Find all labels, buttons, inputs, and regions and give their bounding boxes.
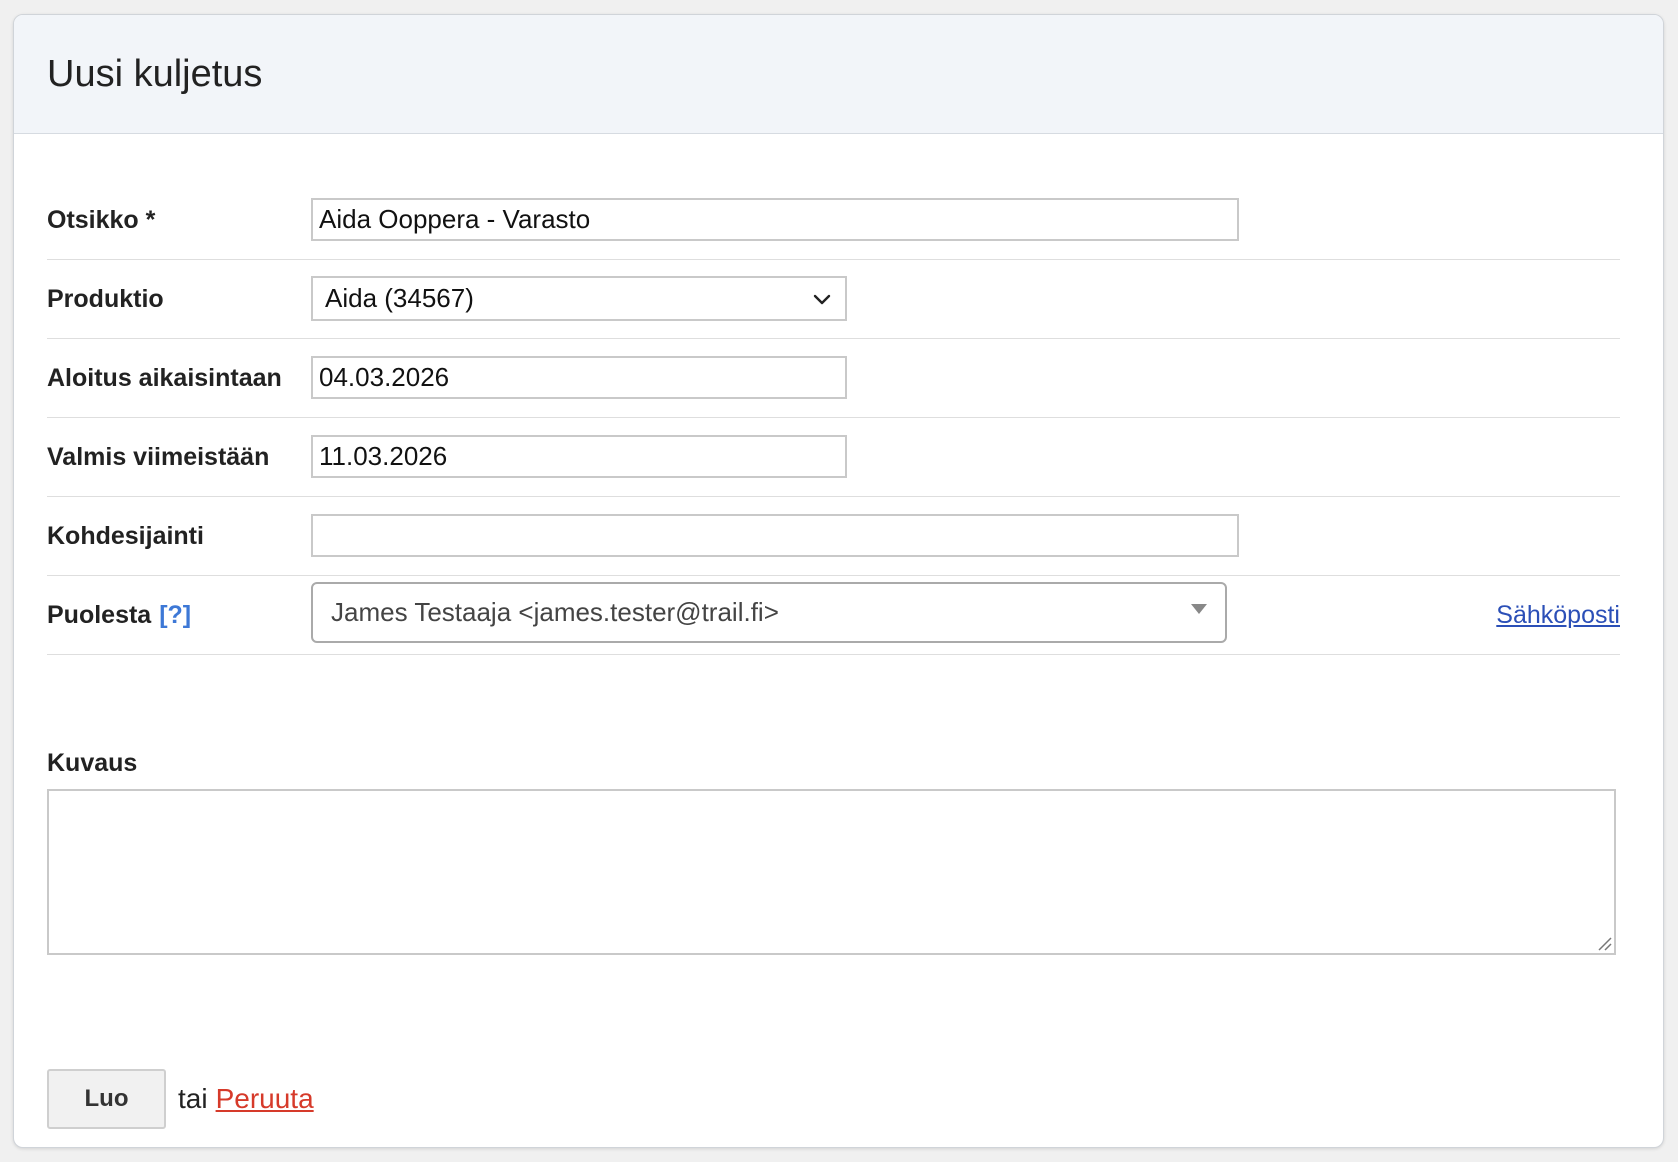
ready-by-label: Valmis viimeistään [47,442,270,471]
ready-by-value: 11.03.2026 [319,441,448,471]
email-link[interactable]: Sähköposti [1496,576,1620,654]
new-transport-panel: Uusi kuljetus Otsikko * Aida Ooppera - V… [13,14,1664,1148]
title-label: Otsikko * [47,205,156,234]
title-input-value: Aida Ooppera - Varasto [319,204,591,234]
on-behalf-selected-value: James Testaaja <james.tester@trail.fi> [331,597,779,627]
resize-grip-icon[interactable] [1596,935,1612,951]
production-select[interactable]: Aida (34567) [311,276,847,321]
description-label: Kuvaus [47,749,138,777]
cancel-link[interactable]: Peruuta [216,1083,314,1115]
page-title: Uusi kuljetus [47,52,263,95]
start-earliest-label: Aloitus aikaisintaan [47,363,282,392]
ready-by-input[interactable]: 11.03.2026 [311,435,847,478]
form-row-title: Otsikko * Aida Ooppera - Varasto [47,181,1620,260]
caret-down-icon [1191,603,1207,614]
form-row-destination: Kohdesijainti [47,497,1620,576]
on-behalf-help-link[interactable]: [?] [159,601,191,630]
destination-label: Kohdesijainti [47,521,204,550]
form-row-start-earliest: Aloitus aikaisintaan 04.03.2026 [47,339,1620,418]
production-selected-value: Aida (34567) [325,283,474,313]
chevron-down-icon [813,294,831,304]
on-behalf-select[interactable]: James Testaaja <james.tester@trail.fi> [311,582,1227,643]
form-actions: Luo tai Peruuta [47,1069,314,1129]
form-row-production: Produktio Aida (34567) [47,260,1620,339]
create-button[interactable]: Luo [47,1069,166,1129]
start-earliest-input[interactable]: 04.03.2026 [311,356,847,399]
on-behalf-label-group: Puolesta [?] [47,576,191,654]
form-row-on-behalf: Puolesta [?] James Testaaja <james.teste… [47,576,1620,655]
destination-input[interactable] [311,514,1239,557]
production-label: Produktio [47,284,164,313]
panel-header: Uusi kuljetus [14,15,1663,134]
description-textarea[interactable] [47,789,1616,955]
form-row-ready-by: Valmis viimeistään 11.03.2026 [47,418,1620,497]
or-text: tai [178,1083,208,1114]
on-behalf-label: Puolesta [47,600,152,629]
start-earliest-value: 04.03.2026 [319,362,450,392]
title-input[interactable]: Aida Ooppera - Varasto [311,198,1239,241]
